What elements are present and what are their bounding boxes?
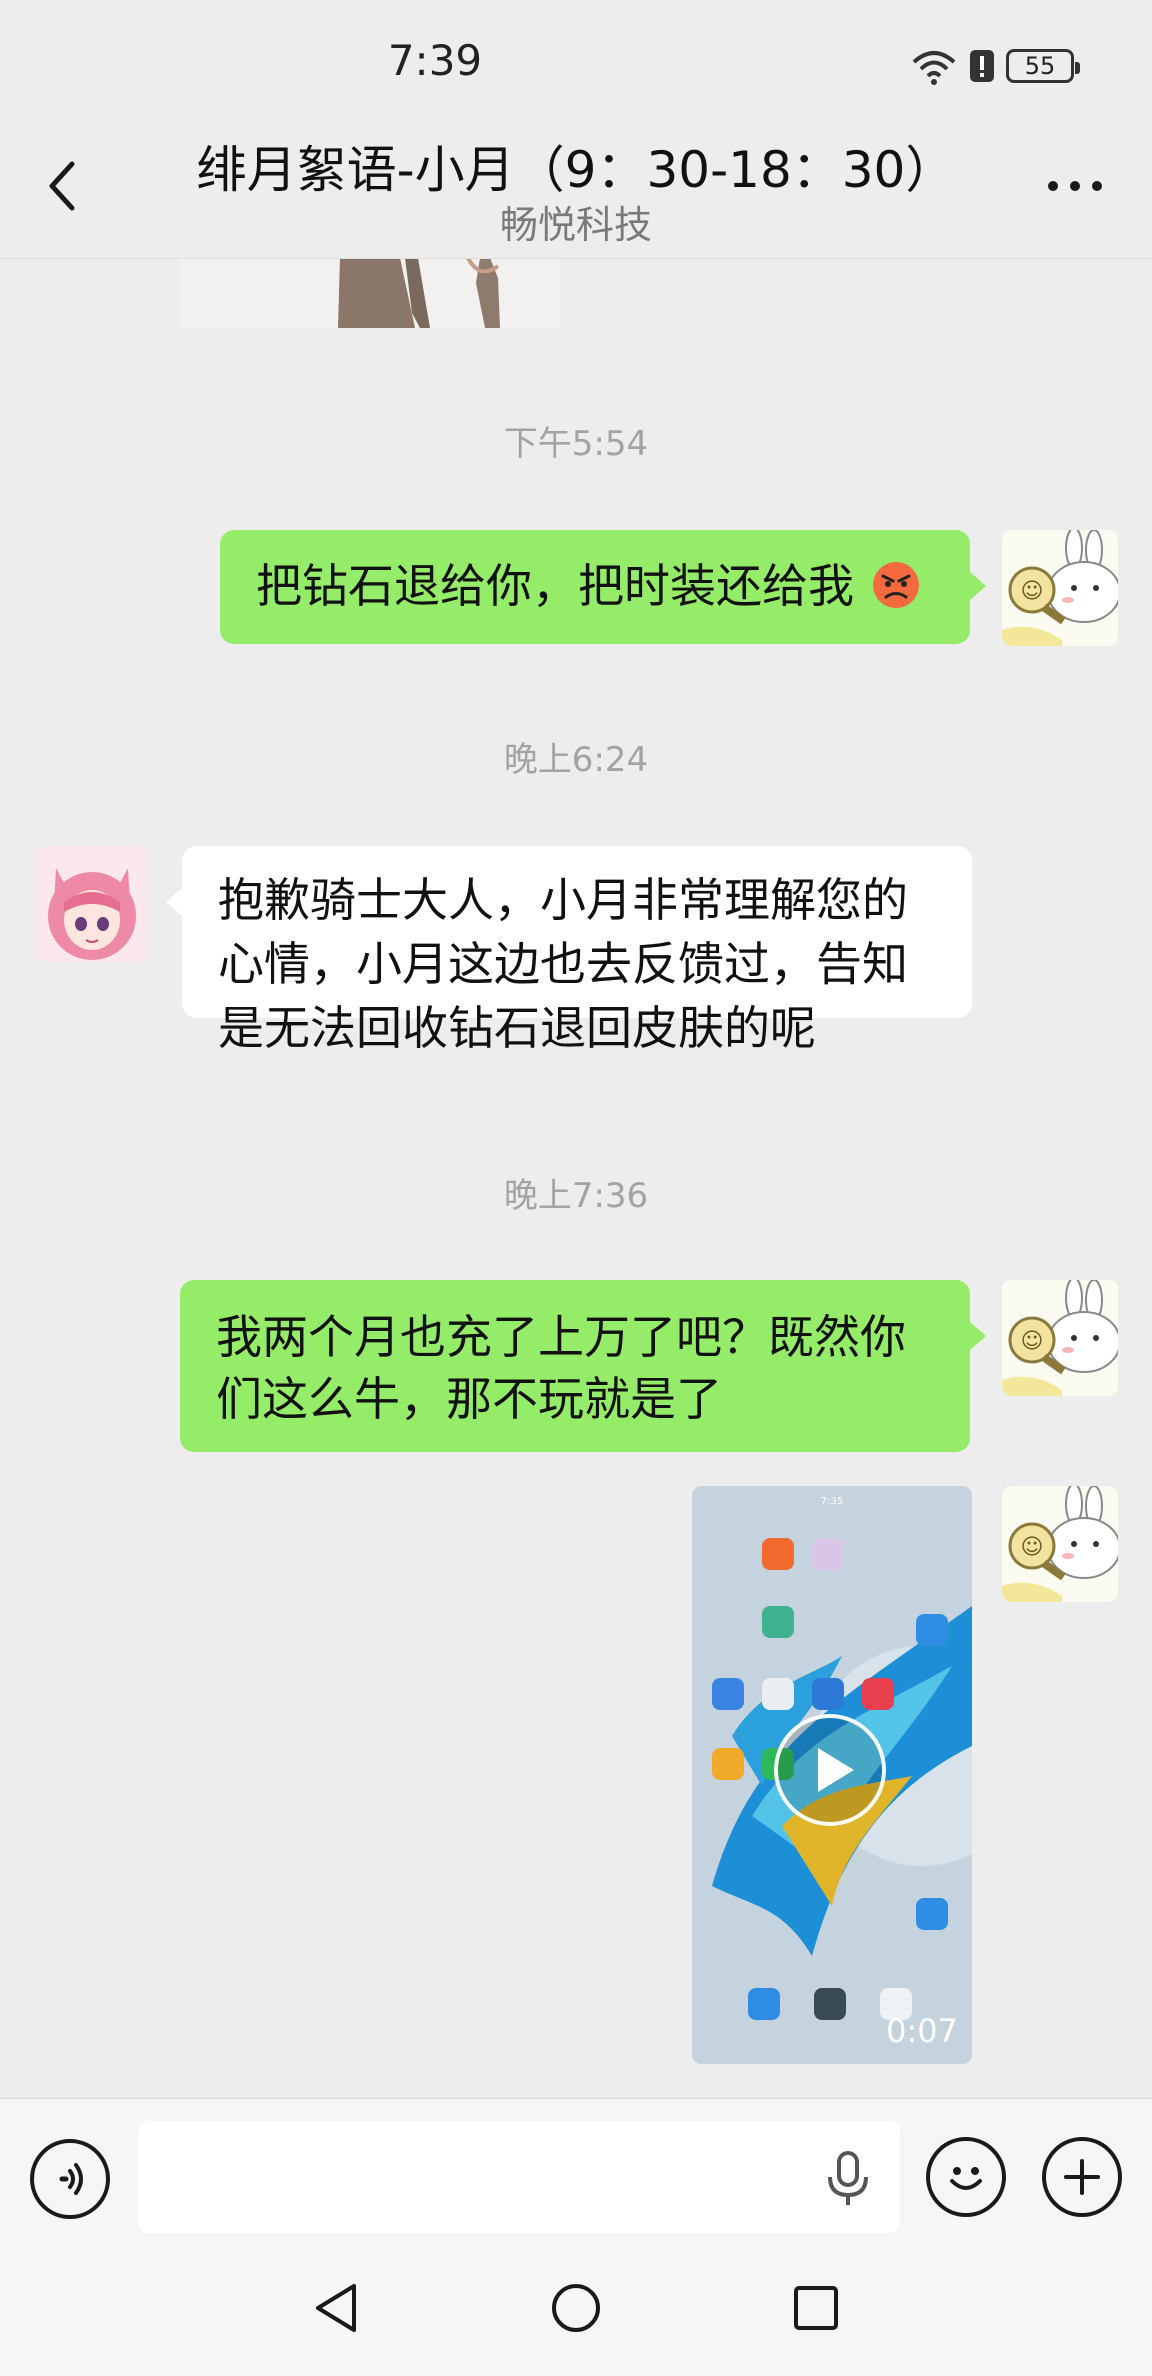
battery-icon: 55: [1006, 49, 1080, 83]
chat-messages: 下午5:54 把钻石退给你，把时装还给我 ☺ 晚上6:24 抱歉骑士大人，小月非…: [0, 258, 1152, 2098]
input-bar: [0, 2098, 1152, 2239]
more-dots-icon: [1048, 181, 1102, 191]
anime-girl-avatar-icon: [34, 846, 150, 962]
bubble-tail: [970, 1322, 986, 1350]
play-icon: [818, 1748, 854, 1792]
alert-icon: [970, 50, 994, 82]
microphone-icon: [828, 2151, 868, 2205]
status-bar: 7:39 55: [0, 0, 1152, 130]
more-options-button[interactable]: [1040, 166, 1110, 206]
plus-icon: [1064, 2159, 1100, 2195]
more-functions-button[interactable]: [1042, 2137, 1122, 2217]
nav-back-button[interactable]: [306, 2278, 366, 2338]
status-time: 7:39: [387, 36, 483, 85]
svg-text:☺: ☺: [1021, 1535, 1044, 1560]
my-avatar[interactable]: ☺: [1002, 1486, 1118, 1602]
bubble-tail: [166, 888, 182, 916]
video-inner-time: 7:35: [821, 1496, 843, 1507]
message-bubble-sent[interactable]: 我两个月也充了上万了吧？既然你 们这么牛，那不玩就是了: [180, 1280, 970, 1452]
voice-icon: [59, 2163, 83, 2195]
chat-header: 绯月絮语-小月（9：30-18：30） 畅悦科技: [0, 120, 1152, 259]
triangle-back-icon: [316, 2284, 356, 2332]
system-nav-bar: [0, 2238, 1152, 2376]
battery-level: 55: [1024, 52, 1056, 80]
message-text: 把钻石退给你，把时装还给我: [256, 559, 854, 613]
emoji-button[interactable]: [926, 2137, 1006, 2217]
circle-home-icon: [552, 2284, 600, 2332]
square-recents-icon: [794, 2286, 838, 2330]
bunny-avatar-icon: ☺: [1002, 1486, 1118, 1602]
message-bubble-received[interactable]: 抱歉骑士大人，小月非常理解您的 心情，小月这边也去反馈过，告知 是无法回收钻石退…: [182, 846, 972, 1055]
message-line: 心情，小月这边也去反馈过，告知: [218, 937, 908, 991]
my-avatar[interactable]: ☺: [1002, 1280, 1118, 1396]
bunny-avatar-icon: ☺: [1002, 1280, 1118, 1396]
chevron-left-icon: [49, 161, 75, 211]
message-bubble-sent[interactable]: 把钻石退给你，把时装还给我: [220, 530, 970, 644]
contact-avatar[interactable]: [34, 846, 150, 962]
svg-text:☺: ☺: [1021, 579, 1044, 604]
chat-subtitle: 畅悦科技: [499, 203, 652, 247]
nav-recents-button[interactable]: [786, 2278, 846, 2338]
timestamp: 晚上6:24: [503, 740, 649, 780]
message-line: 是无法回收钻石退回皮肤的呢: [218, 1001, 816, 1055]
my-avatar[interactable]: ☺: [1002, 530, 1118, 646]
message-line: 我两个月也充了上万了吧？既然你: [216, 1310, 906, 1364]
message-input[interactable]: [138, 2121, 900, 2233]
status-icons: 55: [910, 44, 1080, 88]
svg-text:☺: ☺: [1021, 1329, 1044, 1354]
message-line: 抱歉骑士大人，小月非常理解您的: [218, 873, 908, 927]
angry-face-emoji: [872, 562, 919, 608]
nav-home-button[interactable]: [546, 2278, 606, 2338]
video-duration: 0:07: [886, 2012, 958, 2050]
bunny-avatar-icon: ☺: [1002, 530, 1118, 646]
previous-image-message[interactable]: [180, 258, 560, 328]
voice-input-button[interactable]: [30, 2139, 110, 2219]
timestamp: 下午5:54: [503, 424, 649, 464]
video-message[interactable]: 7:35 0:07: [692, 1486, 972, 2064]
smiley-icon: [950, 2167, 982, 2190]
message-line: 们这么牛，那不玩就是了: [216, 1372, 722, 1426]
microphone-button[interactable]: [820, 2149, 876, 2209]
play-button[interactable]: [774, 1714, 886, 1826]
back-button[interactable]: [30, 154, 94, 218]
bubble-tail: [970, 572, 986, 600]
wifi-icon: [912, 51, 956, 85]
chat-title: 绯月絮语-小月（9：30-18：30）: [196, 141, 956, 199]
timestamp: 晚上7:36: [503, 1176, 649, 1216]
